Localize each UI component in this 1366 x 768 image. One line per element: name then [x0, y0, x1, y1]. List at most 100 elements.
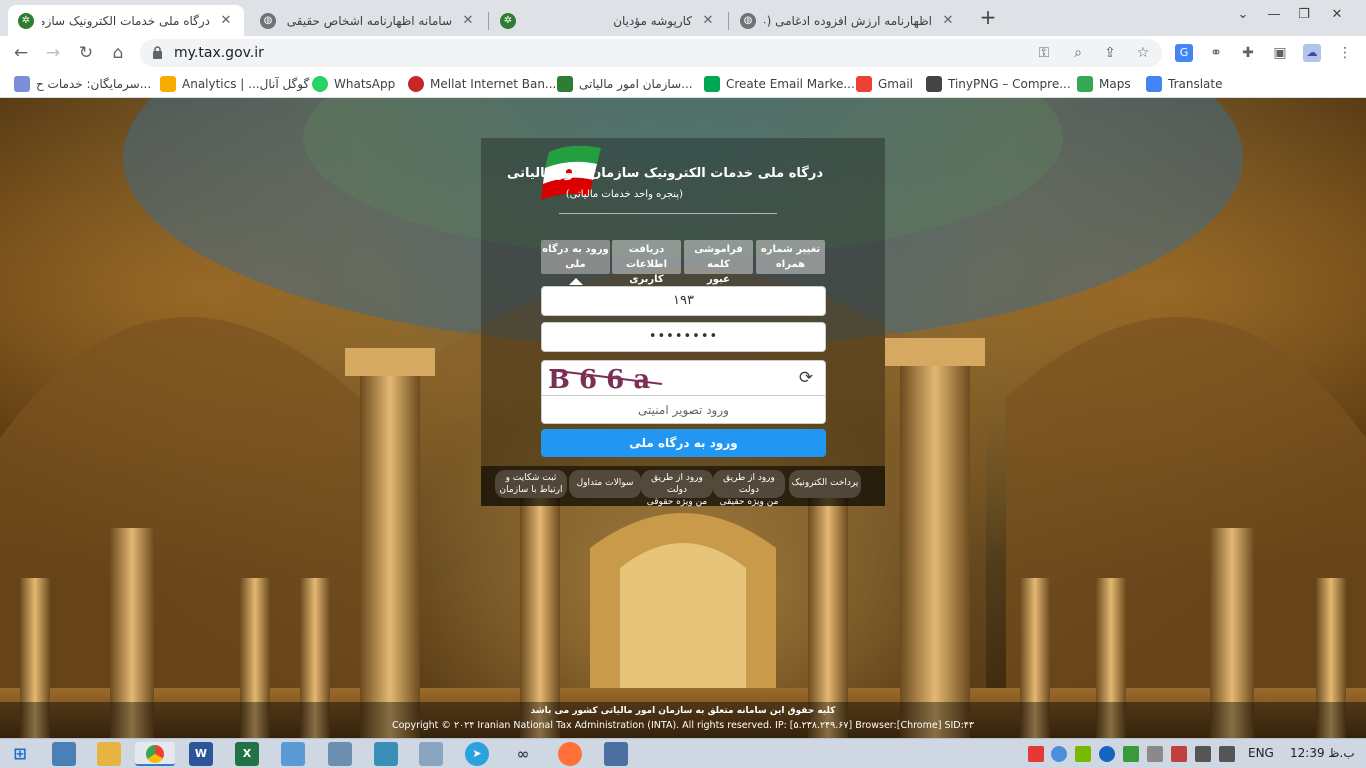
- close-icon[interactable]: ✕: [460, 13, 476, 28]
- tray-globe-icon[interactable]: [1051, 746, 1067, 762]
- close-icon[interactable]: ✕: [700, 13, 716, 28]
- firefox-icon[interactable]: [558, 742, 582, 766]
- reload-button[interactable]: ↻: [73, 40, 99, 66]
- bookmark-tax-org[interactable]: سازمان امور مالیاتی...: [557, 75, 693, 93]
- bookmark-maps[interactable]: Maps: [1077, 75, 1131, 93]
- mellat-icon: [408, 76, 424, 92]
- bookmark-tinypng[interactable]: TinyPNG – Compre...: [926, 75, 1071, 93]
- link-label: من ویژه حقیقی: [719, 497, 779, 507]
- portal-subtitle: (پنجره واحد خدمات مالیاتی): [565, 189, 683, 200]
- link-faq[interactable]: سوالات متداول: [569, 470, 641, 498]
- portal-title: درگاه ملی خدمات الکترونیک سازمان امور ما…: [506, 166, 823, 181]
- captcha-input[interactable]: ورود تصویر امنیتی: [542, 395, 825, 423]
- start-button[interactable]: ⊞: [8, 742, 32, 766]
- profile-avatar[interactable]: ☁: [1303, 44, 1321, 62]
- tab-title: سامانه اظهارنامه اشخاص حقیقی: [286, 13, 452, 28]
- back-button[interactable]: ←: [8, 40, 34, 66]
- close-icon[interactable]: ✕: [218, 13, 234, 28]
- link-label: پرداخت الکترونیک: [791, 478, 859, 488]
- zoom-icon[interactable]: ⌕: [1068, 44, 1088, 62]
- bluetooth-icon[interactable]: [1099, 746, 1115, 762]
- tab-national-portal-login[interactable]: ورود به درگاه ملی: [541, 240, 610, 274]
- side-panel-icon[interactable]: ▣: [1271, 44, 1289, 62]
- bookmark-whatsapp[interactable]: WhatsApp: [312, 75, 395, 93]
- tab-get-user-info[interactable]: دریافت اطلاعات کاربری: [612, 240, 681, 285]
- wifi-icon[interactable]: [1195, 746, 1211, 762]
- tray-app-icon[interactable]: [1028, 746, 1044, 762]
- username-input[interactable]: ۱۹۳: [541, 286, 826, 316]
- file-explorer-icon[interactable]: [97, 742, 121, 766]
- language-indicator[interactable]: ENG: [1248, 746, 1274, 760]
- login-panel: درگاه ملی خدمات الکترونیک سازمان امور ما…: [481, 138, 885, 507]
- address-bar[interactable]: my.tax.gov.ir ⚿ ⌕ ⇪ ☆: [140, 39, 1162, 67]
- volume-icon[interactable]: [1219, 746, 1235, 762]
- translate-extension-icon[interactable]: G: [1175, 44, 1193, 62]
- bookmark-email-marketing[interactable]: Create Email Marke...: [704, 75, 855, 93]
- nvidia-icon[interactable]: [1075, 746, 1091, 762]
- whatsapp-icon: [312, 76, 328, 92]
- link-label: سوالات متداول: [576, 478, 634, 488]
- excel-icon[interactable]: X: [235, 742, 259, 766]
- extension-link-icon[interactable]: ⚭: [1207, 44, 1225, 62]
- remote-desktop-icon[interactable]: [374, 742, 398, 766]
- tab-search-button[interactable]: ⌄: [1228, 0, 1258, 30]
- tray-device-icon[interactable]: [1147, 746, 1163, 762]
- bookmark-mellat[interactable]: Mellat Internet Ban...: [408, 75, 556, 93]
- key-icon[interactable]: ⚿: [1034, 44, 1054, 62]
- tray-update-icon[interactable]: [1123, 746, 1139, 762]
- extensions-puzzle-icon[interactable]: ✚: [1239, 44, 1257, 62]
- bookmarks-bar: سرمایگان: خدمات ح... Analytics | ...گوگل…: [0, 70, 1366, 98]
- tab-individual-tax-return[interactable]: ◍ سامانه اظهارنامه اشخاص حقیقی ✕: [250, 5, 486, 36]
- clock[interactable]: 12:39 ب.ظ: [1290, 746, 1355, 760]
- url-text[interactable]: my.tax.gov.ir: [174, 45, 264, 61]
- home-button[interactable]: ⌂: [105, 40, 131, 66]
- notepad-icon[interactable]: [281, 742, 305, 766]
- tab-portal[interactable]: ✲ درگاه ملی خدمات الکترونیک سازمان ✕: [8, 5, 244, 36]
- bookmark-gmail[interactable]: Gmail: [856, 75, 913, 93]
- login-submit-button[interactable]: ورود به درگاه ملی: [541, 429, 826, 457]
- calculator-icon[interactable]: [419, 742, 443, 766]
- tab-forgot-password[interactable]: فراموشی کلمه عبور: [684, 240, 753, 285]
- minimize-button[interactable]: —: [1259, 0, 1289, 30]
- chrome-taskbar-icon[interactable]: [135, 742, 175, 766]
- tray-warning-icon[interactable]: [1171, 746, 1187, 762]
- close-icon[interactable]: ✕: [940, 13, 956, 28]
- forward-button[interactable]: →: [40, 40, 66, 66]
- refresh-icon[interactable]: ⟳: [796, 369, 816, 387]
- restore-button[interactable]: ❐: [1289, 0, 1319, 30]
- taskbar-network-app-icon[interactable]: [52, 742, 76, 766]
- new-tab-button[interactable]: +: [976, 6, 1000, 30]
- analytics-icon: [160, 76, 176, 92]
- window-app-icon[interactable]: [604, 742, 628, 766]
- tab-separator: [728, 12, 729, 30]
- link-app-icon[interactable]: ∞: [511, 742, 535, 766]
- tab-label: عبور: [707, 274, 730, 285]
- bookmark-analytics[interactable]: Analytics | ...گوگل آنال: [160, 75, 309, 93]
- link-dolat-man-legal[interactable]: ورود از طریق دولت من ویژه حقوقی: [641, 470, 713, 507]
- link-label: ورود از طریق دولت: [651, 473, 703, 495]
- network-tool-icon[interactable]: [328, 742, 352, 766]
- footer-rights-fa: کلیه حقوق این سامانه متعلق به سازمان امو…: [530, 706, 836, 716]
- link-label: من ویژه حقوقی: [646, 497, 708, 507]
- tab-taxpayer-folder[interactable]: ✲ کارپوشه مؤدیان ✕: [490, 5, 726, 36]
- word-icon[interactable]: W: [189, 742, 213, 766]
- bookmark-label: Translate: [1168, 77, 1223, 91]
- bookmark-star-icon[interactable]: ☆: [1133, 44, 1153, 62]
- link-dolat-man-individual[interactable]: ورود از طریق دولت من ویژه حقیقی: [713, 470, 785, 507]
- bookmark-sarmayegan[interactable]: سرمایگان: خدمات ح...: [14, 75, 151, 93]
- tax-logo-icon: ✲: [500, 12, 516, 29]
- translate-icon: [1146, 76, 1162, 92]
- bookmark-translate[interactable]: Translate: [1146, 75, 1223, 93]
- share-icon[interactable]: ⇪: [1100, 44, 1120, 62]
- link-electronic-payment[interactable]: پرداخت الکترونیک: [789, 470, 861, 498]
- bookmark-label: Analytics | ...گوگل آنال: [182, 77, 310, 91]
- tab-change-phone[interactable]: تغییر شماره همراه: [756, 240, 825, 274]
- telegram-icon[interactable]: ➤: [465, 742, 489, 766]
- link-complaint[interactable]: ثبت شکایت و ارتباط با سازمان: [495, 470, 567, 498]
- tab-vat-return[interactable]: ◍ اظهارنامه ارزش افزوده ادغامی (عمو ✕: [730, 5, 966, 36]
- password-input[interactable]: ••••••••: [541, 322, 826, 352]
- bookmark-label: Gmail: [878, 77, 914, 91]
- close-window-button[interactable]: ✕: [1322, 0, 1352, 30]
- maps-icon: [1077, 76, 1093, 92]
- menu-kebab-icon[interactable]: ⋮: [1336, 44, 1354, 62]
